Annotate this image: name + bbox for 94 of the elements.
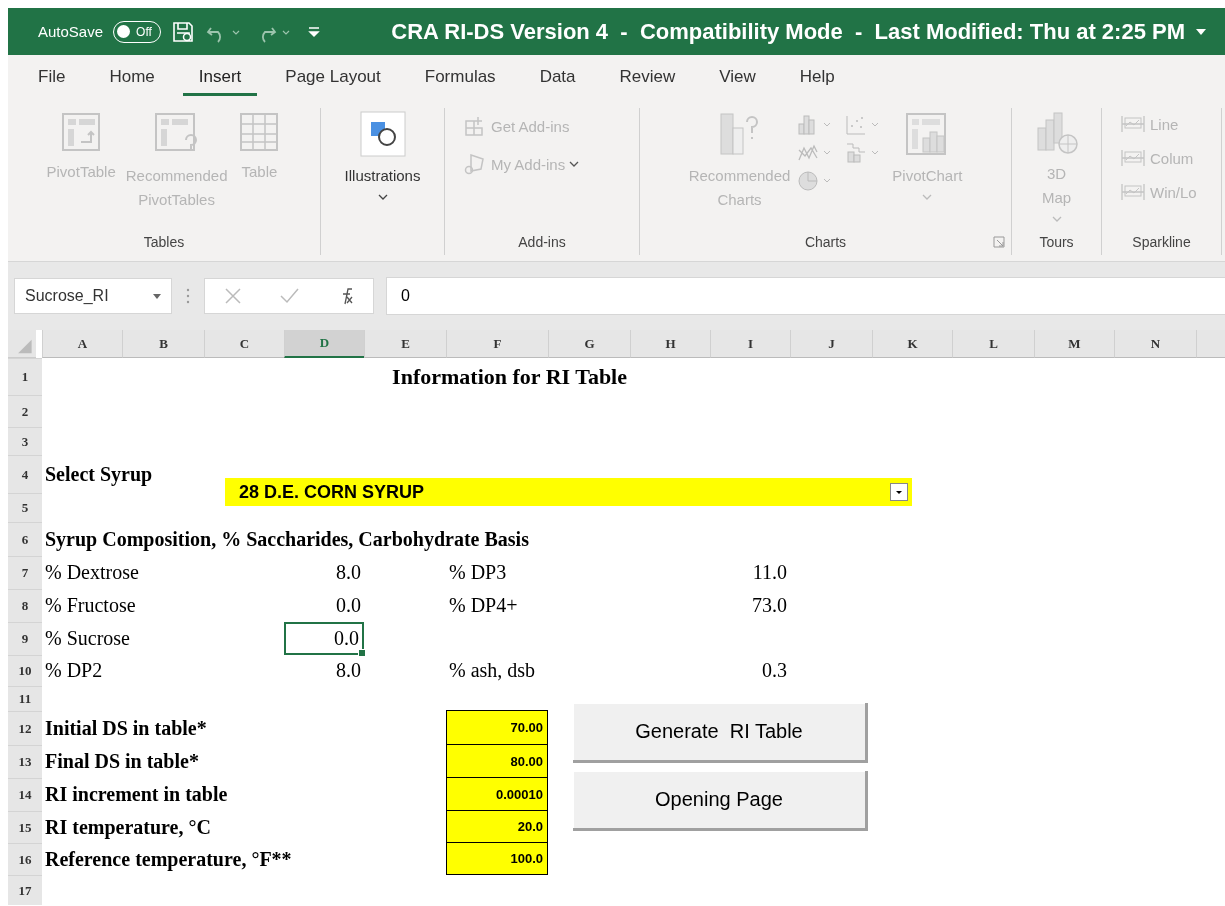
- table-cell-text: 0.3: [761, 658, 788, 683]
- form-button[interactable]: Generate RI Table: [573, 703, 868, 763]
- row-header[interactable]: 10: [8, 655, 42, 686]
- sparkline-icon: [1120, 148, 1146, 168]
- row-header[interactable]: 7: [8, 556, 42, 589]
- input-cell[interactable]: 100.0: [446, 842, 548, 875]
- column-header[interactable]: [1196, 330, 1225, 358]
- table-cell-text: % Fructose: [44, 593, 137, 618]
- table-cell-text: Reference temperature, °F**: [44, 846, 293, 873]
- ribbon-tab[interactable]: Formulas: [408, 59, 512, 96]
- table-cell[interactable]: 8.0: [284, 556, 364, 589]
- table-cell[interactable]: 8.0: [284, 655, 364, 686]
- table-cell-text: RI temperature, °C: [44, 814, 212, 841]
- sparkline-icon: [1120, 182, 1146, 202]
- column-header[interactable]: B: [122, 330, 204, 358]
- row-header[interactable]: 8: [8, 589, 42, 622]
- column-header[interactable]: N: [1114, 330, 1196, 358]
- table-cell-text: % Dextrose: [44, 560, 140, 585]
- row-header[interactable]: 12: [8, 711, 42, 745]
- caret-icon: [922, 194, 933, 200]
- caret-icon: [1051, 216, 1062, 222]
- caret-icon: [377, 194, 388, 200]
- syrup-dropdown[interactable]: 28 D.E. CORN SYRUP: [225, 478, 912, 506]
- row-header[interactable]: 5: [8, 493, 42, 522]
- column-header[interactable]: J: [790, 330, 872, 358]
- group-label: Tables: [143, 234, 185, 250]
- ribbon-tab[interactable]: Help: [783, 59, 851, 96]
- ribbon-tab[interactable]: Data: [523, 59, 592, 96]
- ribbon-tab[interactable]: Page Layout: [269, 59, 397, 96]
- group-label: Charts: [804, 234, 847, 250]
- shape-icon: [463, 152, 487, 176]
- caret-icon[interactable]: [1195, 27, 1207, 36]
- name-box[interactable]: Sucrose_RI: [14, 278, 172, 314]
- input-cell[interactable]: 70.00: [446, 710, 548, 745]
- table-cell-text: % DP2: [44, 658, 104, 683]
- caret-icon: [569, 161, 580, 167]
- table-cell[interactable]: 0.0: [284, 589, 364, 622]
- column-header[interactable]: A: [42, 330, 122, 358]
- ribbon-tab[interactable]: Review: [603, 59, 692, 96]
- save-icon[interactable]: [170, 19, 195, 44]
- row-header[interactable]: 1: [8, 358, 42, 395]
- table-cell-text: % DP4+: [448, 593, 519, 618]
- ribbon-tab[interactable]: View: [703, 59, 772, 96]
- column-header[interactable]: D: [284, 330, 364, 358]
- column-header[interactable]: G: [548, 330, 630, 358]
- group-label: Add-ins: [518, 234, 566, 250]
- autosave-label: AutoSave: [38, 23, 104, 40]
- table-cell-text: % DP3: [448, 560, 508, 585]
- column-header[interactable]: M: [1034, 330, 1114, 358]
- formula-field[interactable]: 0: [386, 277, 1225, 315]
- ribbon-tab[interactable]: File: [22, 59, 82, 96]
- table-cell-text: Select Syrup: [44, 461, 154, 488]
- input-cell[interactable]: 80.00: [446, 744, 548, 778]
- row-header[interactable]: 9: [8, 622, 42, 655]
- table-cell-text: Initial DS in table*: [44, 715, 208, 741]
- group-label: Tours: [1039, 234, 1074, 250]
- row-header[interactable]: 4: [8, 455, 42, 493]
- ribbon-button[interactable]: Illustrations: [341, 108, 424, 255]
- row-header[interactable]: 17: [8, 875, 42, 905]
- table-cell-text: % Sucrose: [44, 626, 131, 651]
- column-header[interactable]: I: [710, 330, 790, 358]
- table-cell-text: % ash, dsb: [448, 658, 537, 683]
- column-header[interactable]: L: [952, 330, 1034, 358]
- row-header[interactable]: 15: [8, 811, 42, 843]
- table-cell-text: Syrup Composition, % Saccharides, Carbohydrate Basis: [44, 526, 530, 553]
- select-all-icon[interactable]: [8, 330, 36, 358]
- table-cell-text: 11.0: [751, 560, 788, 585]
- window-title: CRA RI-DS Version 4 - Compatibility Mode - Last Modified: Thu at 2:25 PM: [391, 18, 1185, 45]
- row-header[interactable]: 6: [8, 522, 42, 556]
- table-cell[interactable]: 0.0: [284, 622, 364, 655]
- ribbon-tab[interactable]: Insert: [182, 59, 258, 96]
- input-cell[interactable]: 0.00010: [446, 777, 548, 811]
- column-header[interactable]: K: [872, 330, 952, 358]
- input-cell[interactable]: 20.0: [446, 810, 548, 843]
- ribbon-tab[interactable]: Home: [93, 59, 171, 96]
- shapes-icon: [358, 110, 407, 158]
- group-label: Sparkline: [1132, 234, 1191, 250]
- column-header[interactable]: H: [630, 330, 710, 358]
- form-button[interactable]: Opening Page: [573, 771, 868, 831]
- table-cell-text: 73.0: [751, 593, 788, 618]
- row-header[interactable]: 2: [8, 395, 42, 427]
- row-header[interactable]: 14: [8, 778, 42, 811]
- table-cell-text: RI increment in table: [44, 782, 229, 807]
- dialog-launcher-icon[interactable]: [993, 236, 1005, 248]
- column-header[interactable]: F: [446, 330, 548, 358]
- row-header[interactable]: 3: [8, 427, 42, 455]
- column-header[interactable]: C: [204, 330, 284, 358]
- row-header[interactable]: 16: [8, 843, 42, 875]
- row-header[interactable]: 11: [8, 686, 42, 711]
- sheet-title: Information for RI Table: [391, 362, 628, 391]
- row-header[interactable]: 13: [8, 745, 42, 778]
- table-cell-text: Final DS in table*: [44, 749, 200, 774]
- sparkline-icon: [1120, 114, 1146, 134]
- column-header[interactable]: E: [364, 330, 446, 358]
